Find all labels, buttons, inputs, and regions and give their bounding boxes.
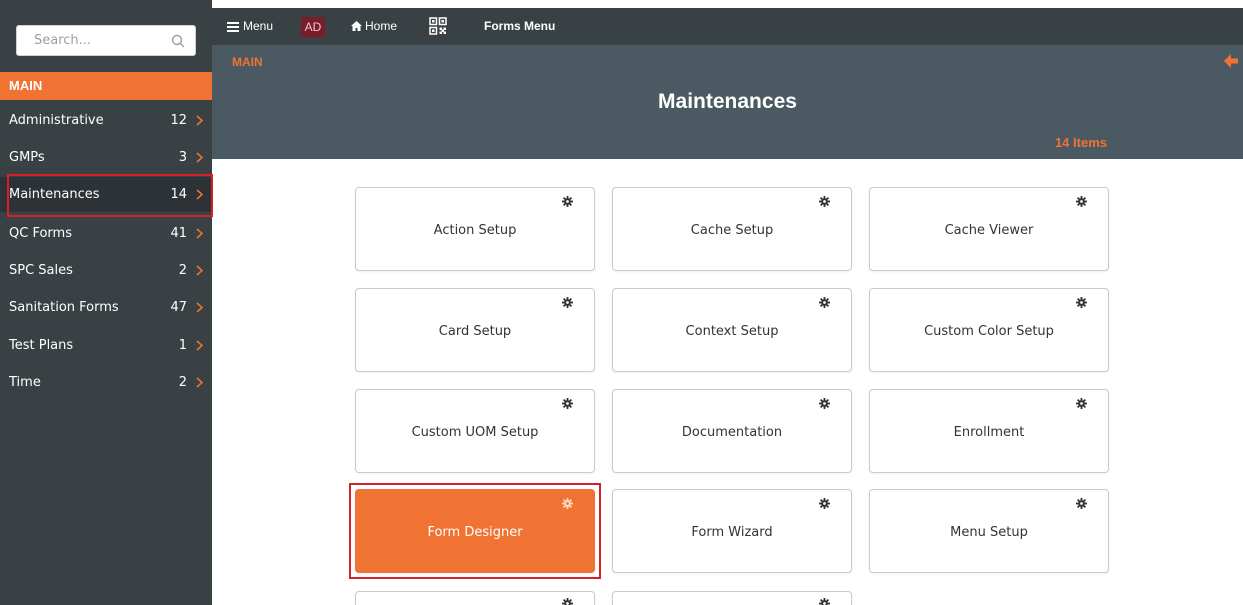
search-icon[interactable] [171,34,185,48]
card-label: Card Setup [438,324,512,339]
sidebar-item-label: Sanitation Forms [9,300,119,315]
sidebar: MAIN Administrative 12 GMPs 3 Maintenanc… [0,0,212,605]
sidebar-item-gmps[interactable]: GMPs 3 [0,140,212,175]
card-label: Cache Setup [690,223,774,238]
menu-button[interactable]: Menu [217,8,299,45]
card-partial[interactable] [612,591,852,605]
home-button[interactable]: Home [336,8,406,45]
hamburger-icon [227,21,239,32]
gear-icon[interactable] [1076,297,1087,308]
sidebar-item-qc-forms[interactable]: QC Forms 41 [0,216,212,251]
sidebar-item-time[interactable]: Time 2 [0,365,212,400]
sidebar-item-maintenances[interactable]: Maintenances 14 [0,177,212,212]
card-label: Action Setup [433,223,517,238]
sidebar-item-label: Time [9,375,41,390]
chevron-right-icon [196,340,203,351]
breadcrumb[interactable]: MAIN [232,55,263,69]
chevron-right-icon [196,302,203,313]
qr-code-button[interactable] [406,8,466,45]
gear-icon[interactable] [562,297,573,308]
card-action-setup[interactable]: Action Setup [355,187,595,271]
card-label: Context Setup [685,324,779,339]
sidebar-item-count: 12 [170,113,187,128]
gear-icon[interactable] [819,498,830,509]
home-button-label: Home [365,19,398,33]
gear-icon[interactable] [1076,498,1087,509]
gear-icon[interactable] [562,398,573,409]
sidebar-item-count: 2 [178,375,187,390]
card-label: Menu Setup [950,525,1028,540]
card-card-setup[interactable]: Card Setup [355,288,595,372]
sidebar-item-sanitation-forms[interactable]: Sanitation Forms 47 [0,290,212,325]
card-enrollment[interactable]: Enrollment [869,389,1109,473]
home-icon [351,21,362,31]
gear-icon[interactable] [1076,398,1087,409]
qr-code-icon [429,17,447,35]
card-context-setup[interactable]: Context Setup [612,288,852,372]
sidebar-item-count: 2 [178,263,187,278]
sidebar-item-label: QC Forms [9,226,72,241]
sidebar-section-main: MAIN [0,72,212,100]
sidebar-item-test-plans[interactable]: Test Plans 1 [0,328,212,363]
search-input[interactable] [17,26,167,55]
sidebar-item-count: 3 [178,150,187,165]
card-cache-viewer[interactable]: Cache Viewer [869,187,1109,271]
back-arrow-icon[interactable] [1224,54,1238,68]
gear-icon[interactable] [1076,196,1087,207]
gear-icon[interactable] [819,598,830,605]
user-avatar-button[interactable]: AD [299,8,336,45]
menu-button-label: Menu [243,19,274,33]
card-label: Custom Color Setup [924,324,1054,339]
item-count: 14 Items [1054,135,1107,150]
gear-icon[interactable] [819,297,830,308]
card-label: Form Wizard [691,525,773,540]
page-title: Maintenances [658,90,797,113]
card-documentation[interactable]: Documentation [612,389,852,473]
card-menu-setup[interactable]: Menu Setup [869,489,1109,573]
chevron-right-icon [196,189,203,200]
search-box[interactable] [16,25,196,56]
header-band: MAIN Maintenances 14 Items [212,45,1243,159]
sidebar-item-count: 47 [170,300,187,315]
card-form-wizard[interactable]: Form Wizard [612,489,852,573]
sidebar-item-label: SPC Sales [9,263,73,278]
gear-icon[interactable] [819,196,830,207]
sidebar-item-spc-sales[interactable]: SPC Sales 2 [0,253,212,288]
card-label: Documentation [681,425,783,440]
gear-icon[interactable] [819,398,830,409]
card-form-designer[interactable]: Form Designer [355,489,595,573]
card-custom-color-setup[interactable]: Custom Color Setup [869,288,1109,372]
chevron-right-icon [196,152,203,163]
card-label: Form Designer [427,525,523,540]
card-label: Cache Viewer [944,223,1034,238]
chevron-right-icon [196,228,203,239]
sidebar-item-label: Maintenances [9,187,100,202]
avatar: AD [301,17,325,37]
sidebar-item-label: GMPs [9,150,45,165]
chevron-right-icon [196,377,203,388]
card-label: Enrollment [953,425,1025,440]
sidebar-item-label: Administrative [9,113,104,128]
gear-icon[interactable] [562,498,573,509]
gear-icon[interactable] [562,598,573,605]
card-custom-uom-setup[interactable]: Custom UOM Setup [355,389,595,473]
page-title-topbar: Forms Menu [484,19,556,33]
chevron-right-icon [196,265,203,276]
card-label: Custom UOM Setup [411,425,539,440]
sidebar-item-label: Test Plans [9,338,74,353]
sidebar-item-administrative[interactable]: Administrative 12 [0,103,212,138]
card-partial[interactable] [355,591,595,605]
card-cache-setup[interactable]: Cache Setup [612,187,852,271]
sidebar-item-count: 14 [170,187,187,202]
top-bar: Menu AD Home Forms Menu [212,8,1243,50]
gear-icon[interactable] [562,196,573,207]
sidebar-item-count: 1 [178,338,187,353]
sidebar-item-count: 41 [170,226,187,241]
chevron-right-icon [196,115,203,126]
